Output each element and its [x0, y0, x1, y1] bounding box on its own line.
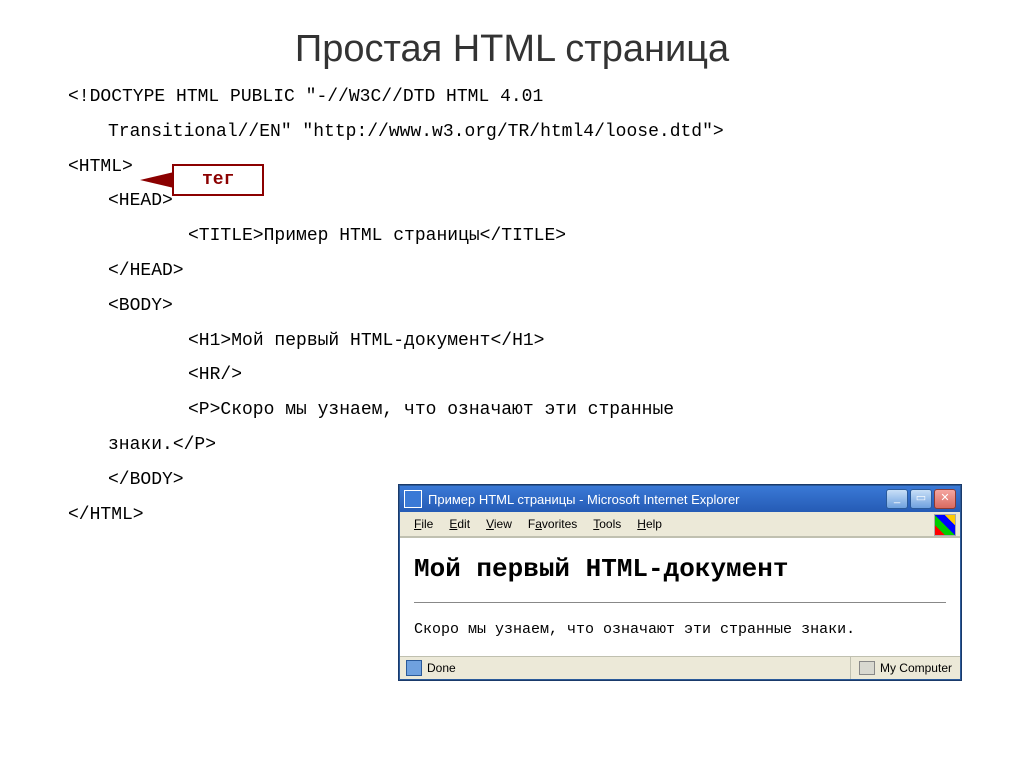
menu-file[interactable]: File	[406, 515, 441, 533]
status-left: Done	[400, 657, 851, 679]
code-line: <BODY>	[108, 292, 964, 321]
my-computer-icon	[859, 661, 875, 675]
menu-help[interactable]: Help	[629, 515, 670, 533]
menu-tools[interactable]: Tools	[585, 515, 629, 533]
code-line: <H1>Мой первый HTML-документ</H1>	[188, 327, 964, 356]
slide-title: Простая HTML страница	[0, 0, 1024, 83]
code-line: <HR/>	[188, 361, 964, 390]
menu-view[interactable]: View	[478, 515, 520, 533]
page-heading: Мой первый HTML-документ	[414, 554, 946, 584]
code-line: <P>Скоро мы узнаем, что означают эти стр…	[188, 396, 964, 425]
maximize-button[interactable]: ▭	[910, 489, 932, 509]
ie-statusbar: Done My Computer	[400, 656, 960, 679]
code-line: <!DOCTYPE HTML PUBLIC "-//W3C//DTD HTML …	[68, 83, 964, 112]
ie-app-icon	[404, 490, 422, 508]
windows-flag-icon	[934, 514, 956, 536]
minimize-button[interactable]: _	[886, 489, 908, 509]
code-line: </HEAD>	[108, 257, 964, 286]
callout-arrow-icon	[140, 172, 174, 188]
status-right: My Computer	[851, 657, 960, 679]
code-block: <!DOCTYPE HTML PUBLIC "-//W3C//DTD HTML …	[0, 83, 1024, 529]
code-line: <TITLE>Пример HTML страницы</TITLE>	[188, 222, 964, 251]
page-hr	[414, 602, 946, 603]
callout: тег	[172, 164, 264, 196]
ie-content-area: Мой первый HTML-документ Скоро мы узнаем…	[400, 537, 960, 656]
menu-edit[interactable]: Edit	[441, 515, 478, 533]
ie-window-title: Пример HTML страницы - Microsoft Interne…	[428, 492, 886, 507]
status-done-text: Done	[427, 661, 456, 675]
callout-label: тег	[172, 164, 264, 196]
code-line: Transitional//EN" "http://www.w3.org/TR/…	[108, 118, 964, 147]
status-zone-text: My Computer	[880, 661, 952, 675]
page-paragraph: Скоро мы узнаем, что означают эти странн…	[414, 621, 946, 638]
close-button[interactable]: ✕	[934, 489, 956, 509]
ie-window: Пример HTML страницы - Microsoft Interne…	[399, 485, 961, 680]
menu-favorites[interactable]: Favorites	[520, 515, 585, 533]
ie-titlebar[interactable]: Пример HTML страницы - Microsoft Interne…	[400, 486, 960, 512]
ie-menubar: File Edit View Favorites Tools Help	[400, 512, 960, 537]
code-line: знаки.</P>	[108, 431, 964, 460]
page-done-icon	[406, 660, 422, 676]
